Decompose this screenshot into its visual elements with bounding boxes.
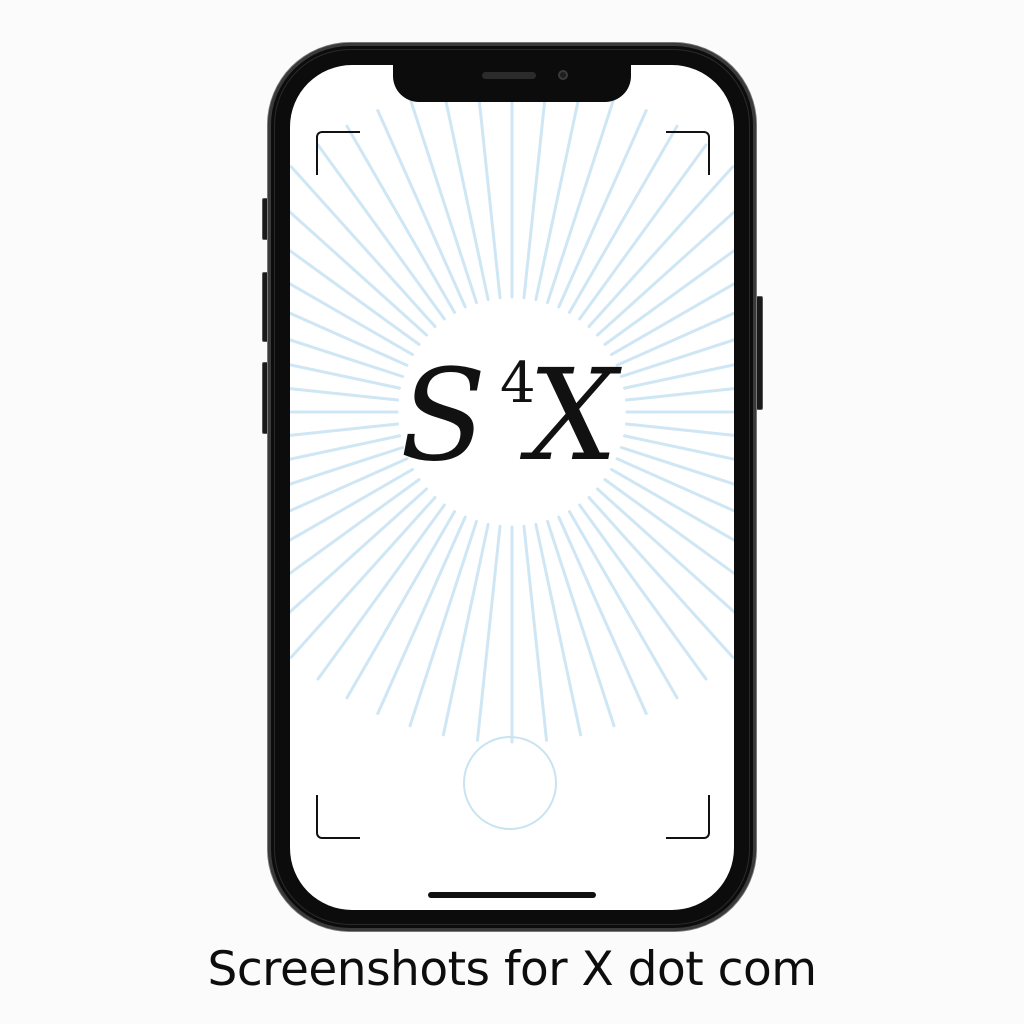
viewfinder-corner-top-right-icon	[666, 131, 710, 175]
power-button[interactable]	[756, 296, 763, 410]
home-indicator[interactable]	[428, 892, 596, 898]
logo-letter-s: S	[400, 342, 487, 489]
viewfinder-corner-bottom-right-icon	[666, 795, 710, 839]
logo-letter-x: X	[528, 342, 618, 489]
viewfinder-corner-bottom-left-icon	[316, 795, 360, 839]
caption-text: Screenshots for X dot com	[207, 942, 817, 997]
earpiece-speaker-icon	[482, 72, 536, 79]
page: S 4 X Screenshots for X dot com	[0, 0, 1024, 1024]
shutter-button-icon[interactable]	[463, 736, 557, 830]
front-camera-icon	[558, 70, 568, 80]
viewfinder-corner-top-left-icon	[316, 131, 360, 175]
notch	[393, 55, 631, 102]
app-logo: S 4 X	[396, 346, 636, 486]
